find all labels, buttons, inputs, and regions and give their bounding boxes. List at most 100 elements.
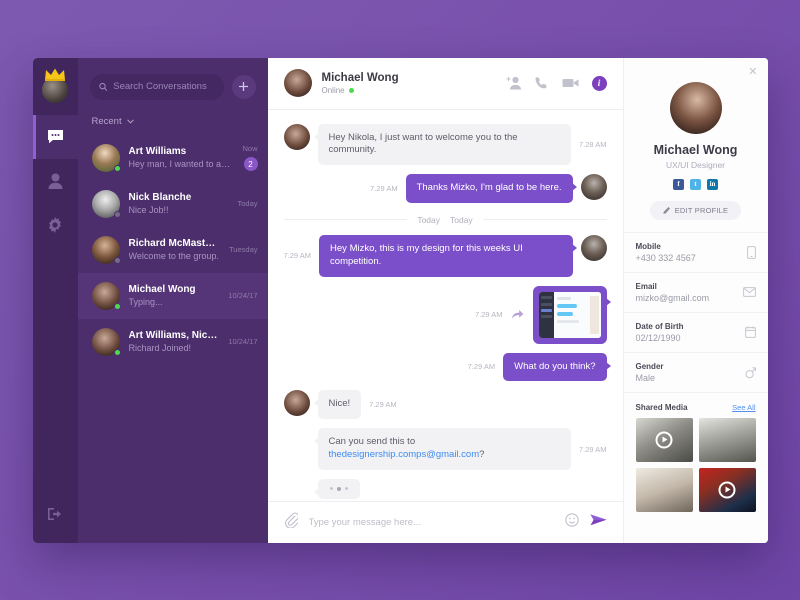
- online-dot-icon: [348, 87, 354, 93]
- send-button[interactable]: [590, 513, 607, 532]
- see-all-media-link[interactable]: See All: [732, 403, 755, 412]
- conversation-text: Michael Wong Typing...: [129, 284, 220, 307]
- conversation-preview: Nice Job!!: [128, 205, 169, 215]
- chat-header-avatar: [283, 69, 312, 97]
- rail-item-contacts[interactable]: [33, 159, 78, 203]
- search-icon: [98, 82, 107, 91]
- search-box[interactable]: [89, 73, 224, 100]
- edit-profile-button[interactable]: EDIT PROFILE: [649, 200, 742, 220]
- message-text: Thanks Mizko, I'm glad to be here.: [416, 182, 562, 194]
- chat-panel: Michael Wong Online i Hey Nikola, I just…: [267, 57, 623, 543]
- profile-panel: ✕ Michael Wong UX/UI Designer f t in EDIT …: [622, 57, 768, 543]
- linkedin-icon[interactable]: in: [707, 178, 718, 190]
- chevron-down-icon: [126, 118, 134, 124]
- message-bubble: Nice!: [313, 390, 362, 420]
- typing-dot: [336, 486, 341, 491]
- rail-user-avatar[interactable]: [33, 58, 78, 115]
- facebook-icon[interactable]: f: [673, 178, 684, 190]
- gender-icon: [745, 366, 756, 379]
- shared-media-grid: [624, 417, 768, 524]
- media-thumbnail-city-night[interactable]: [698, 467, 756, 512]
- voice-call-button[interactable]: [534, 76, 549, 90]
- message-text: ?: [479, 449, 485, 460]
- conversation-meta: Now 2: [242, 144, 258, 171]
- contact-info-button[interactable]: i: [591, 75, 607, 91]
- conversation-item[interactable]: Richard McMasters Welcome to the group. Tu…: [78, 227, 268, 273]
- profile-field-label: Gender: [635, 361, 664, 371]
- add-person-button[interactable]: [506, 76, 522, 90]
- conversation-list: Art Williams Hey man, I wanted to ask... N…: [77, 135, 268, 543]
- chat-contact-status: Online: [322, 86, 496, 95]
- profile-field-text: Gender Male: [636, 362, 739, 383]
- profile-field: Mobile +430 332 4567: [623, 231, 768, 272]
- rail-item-settings[interactable]: [33, 203, 78, 247]
- message-row: 7.29 AM Hey Mizko, this is my design for …: [283, 234, 607, 277]
- new-conversation-button[interactable]: [231, 74, 256, 99]
- message-row: 7.29 AM What do you think?: [284, 352, 611, 382]
- message-row: Can you send this to thedesignership.com…: [284, 428, 607, 470]
- message-timestamp: 7.29 AM: [283, 251, 312, 261]
- image-attachment[interactable]: [532, 285, 611, 344]
- message-bubble: Can you send this to thedesignership.com…: [313, 428, 571, 470]
- profile-field-text: Mobile +430 332 4567: [636, 242, 741, 263]
- logout-button[interactable]: [33, 507, 78, 521]
- divider-line: [482, 219, 607, 221]
- profile-field: Email mizko@gmail.com: [623, 271, 768, 312]
- twitter-icon[interactable]: t: [690, 178, 701, 190]
- conversation-item[interactable]: Michael Wong Typing... 10/24/17: [77, 272, 268, 319]
- profile-field: Date of Birth 02/12/1990: [623, 311, 768, 352]
- conversation-meta: Today: [237, 199, 257, 208]
- search-row: [78, 58, 268, 112]
- conversation-item[interactable]: Art Williams, Nick B... Richard Joined! 10…: [78, 319, 268, 365]
- attach-file-button[interactable]: [284, 511, 299, 533]
- media-thumbnail-temple[interactable]: [635, 417, 693, 462]
- shared-media-header: Shared Media See All: [623, 391, 768, 418]
- play-icon: [718, 481, 736, 498]
- typing-indicator: [313, 478, 360, 499]
- shared-media-title: Shared Media: [635, 402, 688, 412]
- edit-pencil-icon: [663, 207, 670, 214]
- message-input[interactable]: [308, 516, 554, 528]
- conversation-timestamp: Tuesday: [229, 245, 258, 254]
- attachment-wrap: [511, 285, 611, 344]
- conversation-meta: Tuesday: [229, 245, 258, 254]
- conversation-name: Richard McMasters: [128, 238, 221, 249]
- search-input[interactable]: [113, 81, 215, 92]
- icon-rail: [32, 57, 78, 543]
- emoji-button[interactable]: [564, 512, 579, 532]
- avatar-spacer: [284, 428, 310, 454]
- conversation-item[interactable]: Art Williams Hey man, I wanted to ask... N…: [78, 135, 268, 181]
- conversation-timestamp: 10/24/17: [228, 291, 258, 300]
- crown-icon: [45, 68, 65, 81]
- profile-field-value: 02/12/1990: [635, 332, 681, 343]
- conversation-avatar-wrap: [91, 281, 121, 310]
- video-call-button[interactable]: [562, 77, 579, 89]
- recent-filter[interactable]: Recent: [78, 112, 268, 135]
- message-timestamp: 7.28 AM: [578, 139, 607, 149]
- rail-item-chats[interactable]: [32, 114, 78, 159]
- email-link[interactable]: thedesignership.comps@gmail.com: [329, 449, 480, 460]
- chat-application-window: Recent Art Williams Hey man, I wanted to …: [32, 57, 768, 543]
- conversation-preview: Typing...: [128, 297, 163, 307]
- chat-bubble-icon: [47, 130, 63, 144]
- message-row: 7.29 AM Thanks Mizko, I'm glad to be here…: [284, 174, 607, 203]
- message-composer: [267, 500, 623, 543]
- person-icon: [48, 173, 62, 189]
- conversation-text: Art Williams, Nick B... Richard Joined!: [129, 330, 220, 353]
- profile-role: UX/UI Designer: [665, 159, 726, 170]
- design-screenshot-thumbnail: [538, 291, 601, 338]
- message-row: Nice! 7.29 AM: [283, 390, 607, 420]
- conversation-item[interactable]: Nick Blanche Nice Job!! Today: [78, 181, 268, 227]
- media-thumbnail-cathedral[interactable]: [698, 417, 756, 462]
- status-text: Online: [321, 85, 345, 95]
- message-timestamp: 7.29 AM: [578, 444, 607, 454]
- media-thumbnail-portrait[interactable]: [635, 467, 693, 512]
- forward-arrow-icon[interactable]: [511, 309, 524, 320]
- calendar-icon: [744, 326, 756, 338]
- message-text: What do you think?: [514, 360, 596, 372]
- conversation-preview: Richard Joined!: [128, 343, 192, 353]
- send-paper-plane-icon: [590, 514, 606, 525]
- date-divider: Today Today: [283, 215, 607, 225]
- close-profile-button[interactable]: ✕: [748, 66, 757, 78]
- divider-line: [283, 219, 408, 221]
